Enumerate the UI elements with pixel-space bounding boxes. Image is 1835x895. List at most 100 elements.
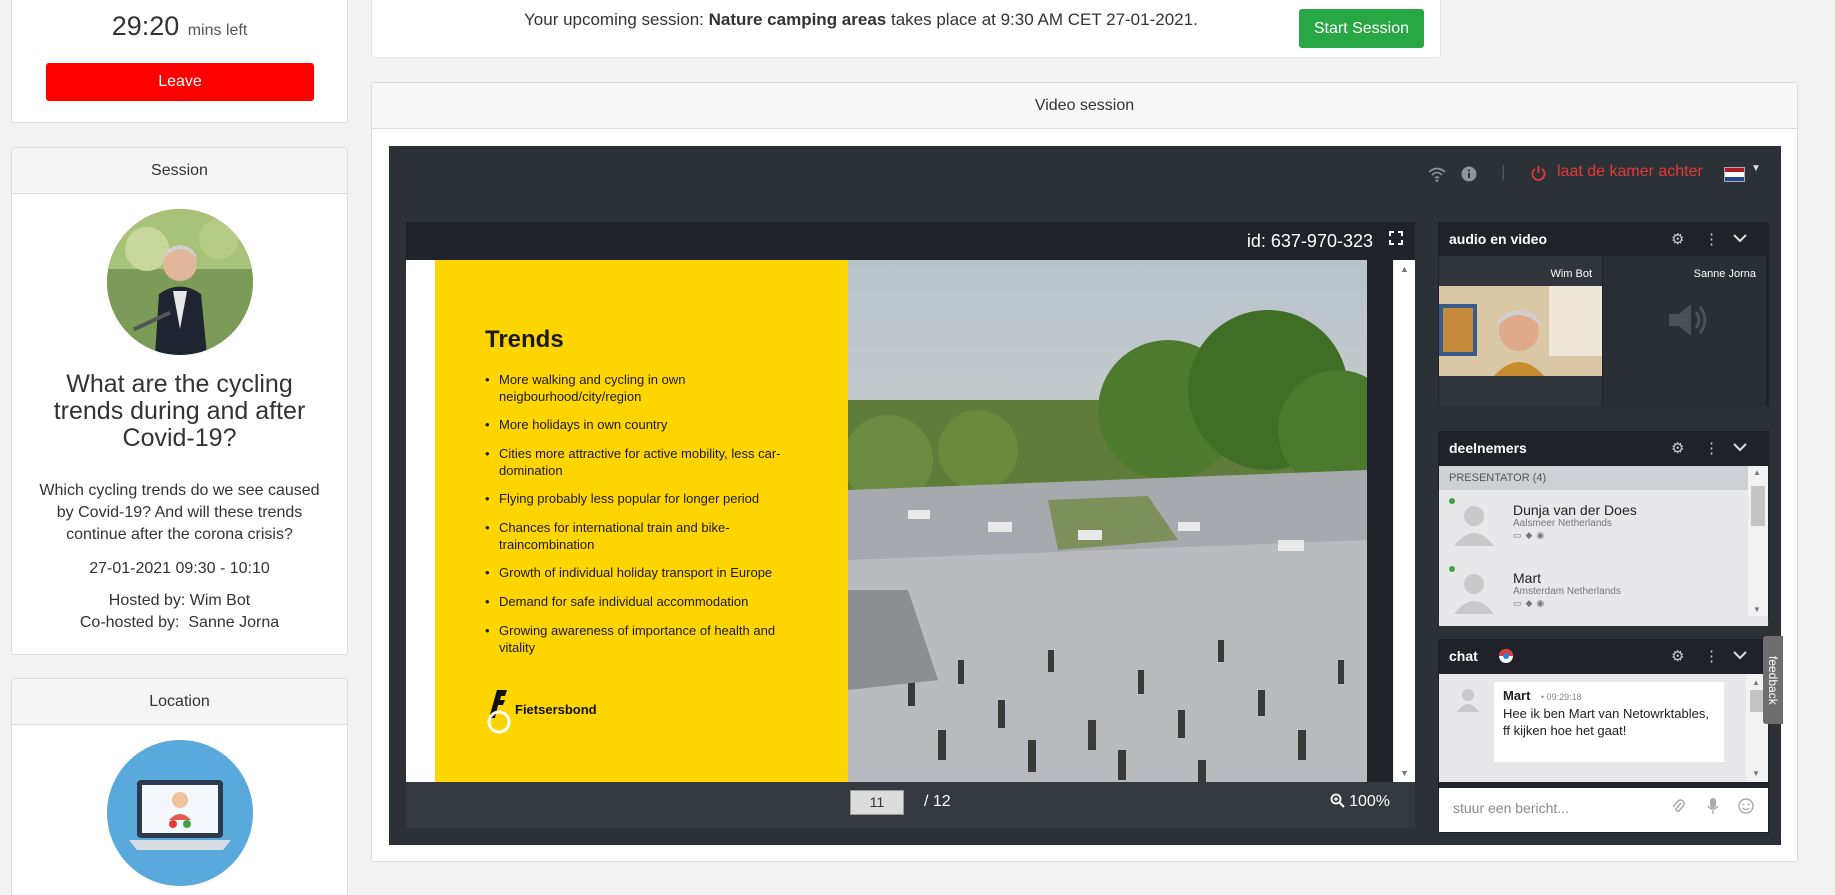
- zoom-level: 100%: [1349, 793, 1390, 810]
- banner-prefix: Your upcoming session:: [524, 10, 704, 29]
- presentation-viewer: id: 637-970-323 Trends More walking and …: [406, 222, 1415, 828]
- start-session-button[interactable]: Start Session: [1298, 9, 1424, 48]
- online-location-icon: [106, 740, 253, 886]
- banner-session-name: Nature camping areas: [708, 10, 887, 29]
- location-card: Location: [11, 678, 348, 895]
- language-chevron-icon[interactable]: ▼: [1751, 163, 1761, 174]
- video-session-panel: Video session | laat de kamer achter ▼ i…: [371, 82, 1798, 862]
- host-name: Wim Bot: [189, 592, 251, 609]
- page-total: / 12: [924, 793, 951, 810]
- slide-bullet: Demand for safe individual accommodation: [485, 594, 805, 611]
- chat-title: chat: [1449, 648, 1478, 664]
- device-icons: ▭◆◉: [1513, 530, 1549, 540]
- scroll-thumb[interactable]: [1751, 486, 1765, 526]
- audio-video-header: audio en video ⚙ ⋮: [1438, 222, 1769, 256]
- camera-name: Wim Bot: [1550, 268, 1592, 280]
- slide-scrollbar[interactable]: ▲ ▼: [1393, 260, 1415, 782]
- slide-brand: Fietsersbond: [515, 702, 597, 717]
- slide-bullet: More holidays in own country: [485, 417, 805, 434]
- info-icon[interactable]: [1461, 166, 1477, 187]
- chevron-down-icon[interactable]: [1733, 439, 1747, 456]
- presentation-slide: Trends More walking and cycling in own n…: [406, 260, 1367, 782]
- scroll-up-icon[interactable]: ▲: [1753, 468, 1761, 477]
- expand-icon[interactable]: [1389, 231, 1403, 248]
- scroll-thumb[interactable]: [1750, 690, 1764, 712]
- gear-icon[interactable]: ⚙: [1671, 647, 1684, 665]
- slide-text-panel: Trends More walking and cycling in own n…: [435, 260, 848, 782]
- cohost-name: Sanne Jorna: [188, 614, 280, 631]
- chat-text: Hee ik ben Mart van Netowrktables, ff ki…: [1503, 706, 1709, 738]
- participants-widget: deelnemers ⚙ ⋮ PRESENTATOR (4) Dunja van…: [1438, 431, 1769, 626]
- feedback-tab[interactable]: feedback: [1763, 636, 1783, 724]
- presentation-header: id: 637-970-323: [406, 222, 1415, 260]
- group-count: (4): [1532, 472, 1547, 484]
- participant-item[interactable]: Mart Amsterdam Netherlands ▭◆◉: [1439, 558, 1768, 626]
- room-toolbar: | laat de kamer achter ▼: [389, 146, 1781, 204]
- scroll-up-icon[interactable]: ▲: [1752, 678, 1760, 687]
- scroll-down-icon[interactable]: ▼: [1753, 605, 1761, 614]
- timer-unit: mins left: [187, 22, 248, 39]
- banner-suffix: takes place at 9:30 AM CET 27-01-2021.: [890, 10, 1198, 29]
- cohosted-label: Co-hosted by:: [79, 614, 180, 631]
- timer: 29:20 mins left: [12, 0, 347, 42]
- chat-messages: Mart • 09:29:18 Hee ik ben Mart van Neto…: [1439, 674, 1768, 782]
- slide-bullet: Growing awareness of importance of healt…: [485, 623, 805, 656]
- participant-name: Dunja van der Does: [1513, 502, 1637, 518]
- zoom-control[interactable]: 100%: [1330, 793, 1390, 811]
- emoji-icon[interactable]: [1738, 798, 1754, 819]
- attach-icon[interactable]: [1671, 798, 1685, 819]
- participant-group: PRESENTATOR (4): [1439, 466, 1768, 490]
- leave-button[interactable]: Leave: [46, 63, 314, 101]
- upcoming-session-banner: Your upcoming session: Nature camping ar…: [371, 0, 1441, 58]
- page-number-input[interactable]: 11: [850, 790, 904, 815]
- participants-scrollbar[interactable]: ▲ ▼: [1748, 466, 1768, 616]
- slide-bullets: More walking and cycling in own neigbour…: [485, 372, 805, 668]
- chevron-down-icon[interactable]: [1733, 230, 1747, 247]
- slide-bullet: Growth of individual holiday transport i…: [485, 565, 805, 582]
- timer-card: 29:20 mins left Leave: [11, 0, 348, 123]
- cohost-line: Co-hosted by: Sanne Jorna: [12, 612, 347, 634]
- more-icon[interactable]: ⋮: [1704, 230, 1719, 248]
- gear-icon[interactable]: ⚙: [1671, 439, 1684, 457]
- slide-bullet: Flying probably less popular for longer …: [485, 491, 805, 508]
- session-title: What are the cycling trends during and a…: [53, 370, 306, 452]
- video-session-header: Video session: [372, 83, 1797, 129]
- participant-item[interactable]: Dunja van der Does Aalsmeer Netherlands …: [1439, 490, 1768, 558]
- camera-name: Sanne Jorna: [1693, 268, 1756, 280]
- more-icon[interactable]: ⋮: [1704, 647, 1719, 665]
- more-icon[interactable]: ⋮: [1704, 439, 1719, 457]
- participant-name: Mart: [1513, 570, 1541, 586]
- camera-tile-wim-bot[interactable]: Wim Bot: [1439, 256, 1602, 406]
- gear-icon[interactable]: ⚙: [1671, 230, 1684, 248]
- user-avatar-icon: [1451, 568, 1497, 614]
- wifi-icon[interactable]: [1428, 166, 1446, 187]
- scroll-down-icon[interactable]: ▼: [1752, 769, 1760, 778]
- leave-room-link[interactable]: laat de kamer achter: [1557, 163, 1703, 181]
- participants-list: PRESENTATOR (4) Dunja van der Does Aalsm…: [1439, 466, 1768, 626]
- zoom-icon[interactable]: [1330, 793, 1349, 810]
- scroll-up-icon[interactable]: ▲: [1400, 264, 1409, 274]
- video-room: | laat de kamer achter ▼ id: 637-970-323…: [389, 146, 1781, 845]
- user-avatar-icon: [1455, 686, 1481, 712]
- hosted-label: Hosted by:: [108, 592, 186, 609]
- camera-tile-sanne-jorna[interactable]: Sanne Jorna: [1603, 256, 1766, 406]
- chat-emoji-icon: [1498, 648, 1514, 669]
- chat-time: • 09:29:18: [1540, 692, 1582, 702]
- presentation-id: id: 637-970-323: [1246, 231, 1373, 251]
- slide-bullet: Chances for international train and bike…: [485, 520, 805, 553]
- host-avatar: [106, 209, 253, 355]
- user-avatar-icon: [1451, 500, 1497, 546]
- flag-nl-icon[interactable]: [1724, 167, 1745, 182]
- power-icon[interactable]: [1530, 165, 1547, 187]
- participant-location: Amsterdam Netherlands: [1513, 586, 1621, 597]
- audio-video-title: audio en video: [1449, 231, 1548, 247]
- slide-title: Trends: [485, 326, 564, 353]
- host-line: Hosted by: Wim Bot: [12, 590, 347, 612]
- slide-photo: [843, 260, 1367, 782]
- scroll-down-icon[interactable]: ▼: [1400, 768, 1409, 778]
- session-datetime: 27-01-2021 09:30 - 10:10: [89, 560, 270, 577]
- mic-icon[interactable]: [1707, 798, 1719, 819]
- chat-author: Mart: [1503, 688, 1531, 703]
- chat-message: Mart • 09:29:18 Hee ik ben Mart van Neto…: [1494, 682, 1724, 762]
- chevron-down-icon[interactable]: [1733, 647, 1747, 664]
